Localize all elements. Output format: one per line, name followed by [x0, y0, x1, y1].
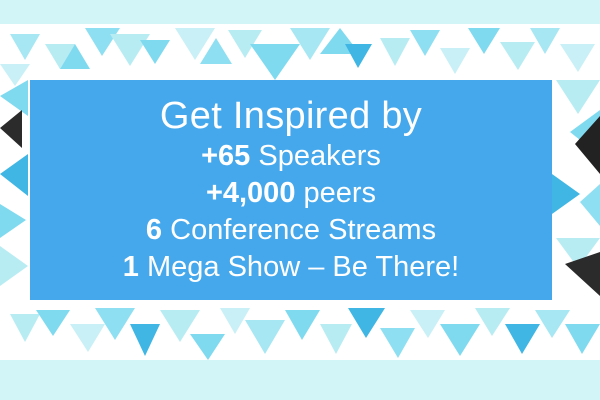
headline: Get Inspired by — [159, 95, 423, 137]
message-card: Get Inspired by +65 Speakers +4,000 peer… — [30, 80, 552, 300]
peers-label: peers — [295, 177, 377, 209]
streams-count: 6 — [145, 214, 163, 246]
show-label: Mega Show – Be There! — [138, 251, 460, 283]
promo-banner: Get Inspired by +65 Speakers +4,000 peer… — [0, 24, 600, 360]
speakers-count: +65 — [201, 140, 251, 172]
streams-line: 6 Conference Streams — [30, 212, 552, 249]
show-count: 1 — [122, 251, 139, 283]
speakers-label: Speakers — [250, 140, 381, 172]
show-line: 1 Mega Show – Be There! — [30, 249, 552, 286]
peers-line: +4,000 peers — [30, 175, 552, 212]
peers-count: +4,000 — [205, 177, 296, 209]
speakers-line: +65 Speakers — [30, 138, 552, 175]
streams-label: Conference Streams — [162, 214, 437, 246]
